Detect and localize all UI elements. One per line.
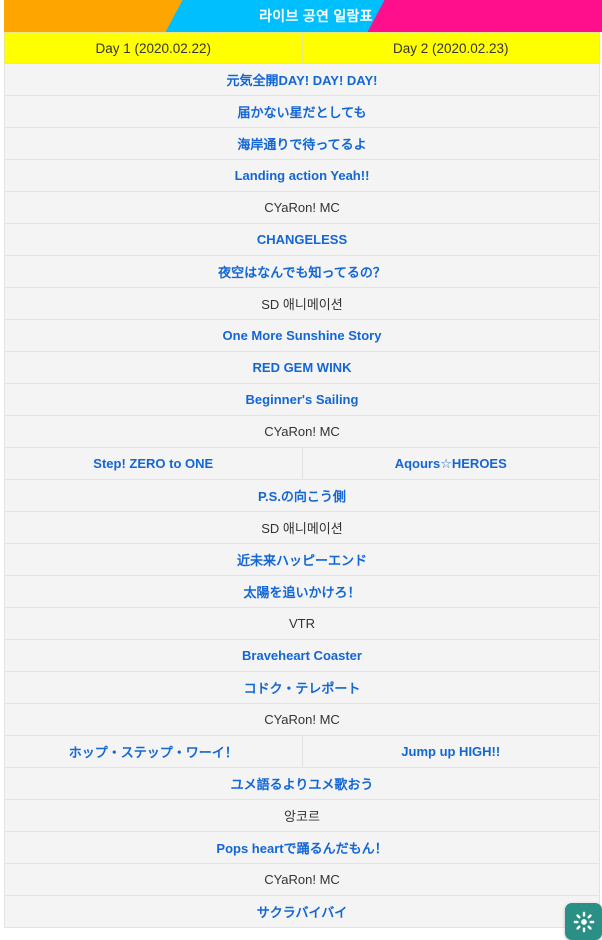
setlist-cell-both-days[interactable]: CYaRon! MC [4,863,600,896]
setlist-cell-day1[interactable]: Step! ZERO to ONE [4,447,303,480]
setlist-cell-day1[interactable]: ホップ・ステップ・ワーイ！ [4,735,303,768]
setlist-cell-both-days[interactable]: CYaRon! MC [4,703,600,736]
setlist-cell-both-days[interactable]: コドク・テレポート [4,671,600,704]
setlist-cell-both-days[interactable]: P.S.の向こう側 [4,479,600,512]
setlist-cell-both-days[interactable]: CYaRon! MC [4,415,600,448]
setlist-row: CHANGELESS [4,223,600,256]
schedule-page: 라이브 공연 일람표 Day 1 (2020.02.22) Day 2 (202… [0,0,602,940]
setlist-row: Beginner's Sailing [4,383,600,416]
setlist-row: コドク・テレポート [4,671,600,704]
setlist-cell-both-days[interactable]: 近未来ハッピーエンド [4,543,600,576]
setlist-cell-both-days[interactable]: SD 애니메이션 [4,287,600,320]
setlist-row: One More Sunshine Story [4,319,600,352]
day-header-row: Day 1 (2020.02.22) Day 2 (2020.02.23) [4,32,600,64]
setlist-cell-both-days[interactable]: Landing action Yeah!! [4,159,600,192]
setlist-cell-both-days[interactable]: 太陽を追いかけろ！ [4,575,600,608]
day1-header[interactable]: Day 1 (2020.02.22) [4,32,303,64]
setlist-row: 太陽を追いかけろ！ [4,575,600,608]
setlist-cell-both-days[interactable]: ユメ語るよりユメ歌おう [4,767,600,800]
setlist-row: 元気全開DAY! DAY! DAY! [4,63,600,96]
setlist-row: Landing action Yeah!! [4,159,600,192]
setlist-cell-both-days[interactable]: RED GEM WINK [4,351,600,384]
setlist-cell-both-days[interactable]: 海岸通りで待ってるよ [4,127,600,160]
page-title: 라이브 공연 일람표 [259,8,373,24]
setlist-row: CYaRon! MC [4,703,600,736]
setlist-cell-both-days[interactable]: 앙코르 [4,799,600,832]
setlist-cell-both-days[interactable]: 届かない星だとしても [4,95,600,128]
setlist-row: CYaRon! MC [4,191,600,224]
setlist-row: SD 애니메이션 [4,287,600,320]
setlist-row: ホップ・ステップ・ワーイ！ Jump up HIGH!! [4,735,600,768]
setlist-row: 夜空はなんでも知ってるの？ [4,255,600,288]
setlist-row: Step! ZERO to ONE Aqours☆HEROES [4,447,600,480]
setlist-cell-both-days[interactable]: One More Sunshine Story [4,319,600,352]
setlist-cell-both-days[interactable]: Beginner's Sailing [4,383,600,416]
setlist-cell-both-days[interactable]: 夜空はなんでも知ってるの？ [4,255,600,288]
setlist-row: 海岸通りで待ってるよ [4,127,600,160]
setlist-row: CYaRon! MC [4,863,600,896]
gear-icon [573,911,594,932]
header-banner: 라이브 공연 일람표 [4,0,602,32]
setlist-cell-day2[interactable]: Jump up HIGH!! [301,735,600,768]
setlist-row: ユメ語るよりユメ歌おう [4,767,600,800]
setlist-cell-both-days[interactable]: SD 애니메이션 [4,511,600,544]
setlist-row: 近未来ハッピーエンド [4,543,600,576]
setlist-cell-both-days[interactable]: Pops heartで踊るんだもん！ [4,831,600,864]
setlist-cell-both-days[interactable]: CYaRon! MC [4,191,600,224]
setlist-row: 앙코르 [4,799,600,832]
setlist-cell-both-days[interactable]: 元気全開DAY! DAY! DAY! [4,63,600,96]
setlist-cell-both-days[interactable]: Braveheart Coaster [4,639,600,672]
setlist-row: P.S.の向こう側 [4,479,600,512]
setlist-table: Day 1 (2020.02.22) Day 2 (2020.02.23) 元気… [4,32,600,928]
setlist-row: Braveheart Coaster [4,639,600,672]
setlist-cell-both-days[interactable]: VTR [4,607,600,640]
day2-header[interactable]: Day 2 (2020.02.23) [301,32,600,64]
setlist-table-body: Day 1 (2020.02.22) Day 2 (2020.02.23) 元気… [4,32,600,928]
setlist-cell-both-days[interactable]: サクラバイバイ [4,895,600,928]
banner-magenta-segment [367,0,602,32]
setlist-cell-both-days[interactable]: CHANGELESS [4,223,600,256]
setlist-row: Pops heartで踊るんだもん！ [4,831,600,864]
setlist-row: 届かない星だとしても [4,95,600,128]
setlist-row: VTR [4,607,600,640]
setlist-row: SD 애니메이션 [4,511,600,544]
setlist-row: RED GEM WINK [4,351,600,384]
setlist-cell-day2[interactable]: Aqours☆HEROES [301,447,600,480]
setlist-row: CYaRon! MC [4,415,600,448]
scroll-top-fab-button[interactable] [565,903,602,940]
setlist-row: サクラバイバイ [4,895,600,928]
